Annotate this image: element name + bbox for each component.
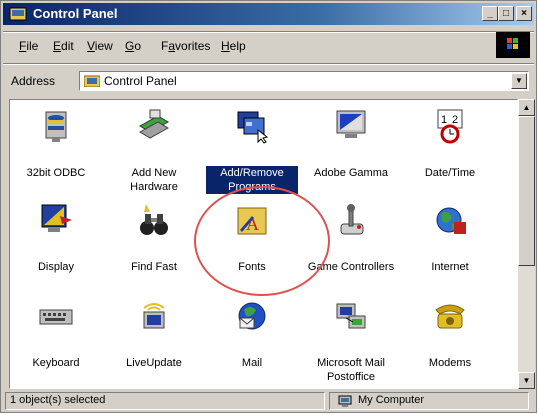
scroll-up-button[interactable]: ▲ (518, 99, 535, 116)
item-label: Internet (431, 261, 469, 273)
item-label: Add/Remove Programs (205, 165, 299, 195)
item-label: 32bit ODBC (26, 167, 86, 179)
control-panel-item[interactable]: Modems (404, 298, 496, 370)
liveupdate-icon (136, 298, 172, 334)
window-title: Control Panel (33, 6, 118, 21)
item-label: Find Fast (131, 261, 177, 273)
vertical-scrollbar[interactable]: ▲ ▼ (518, 99, 535, 389)
mail-icon (234, 298, 270, 334)
item-label: Adobe Gamma (314, 167, 388, 179)
control-panel-item[interactable]: Internet (404, 202, 496, 274)
divider (3, 63, 534, 65)
close-button[interactable]: × (516, 6, 532, 21)
control-panel-item[interactable]: Add New Hardware (108, 108, 200, 194)
keyboard-icon (38, 298, 74, 334)
postoffice-icon (333, 298, 369, 334)
address-dropdown-button[interactable]: ▼ (511, 73, 527, 89)
item-label: Modems (428, 357, 472, 369)
control-panel-item[interactable]: A Fonts (206, 202, 298, 274)
odbc-icon (38, 108, 74, 144)
control-panel-item[interactable]: 1 2 Date/Time (404, 108, 496, 180)
item-label: Mail (241, 357, 263, 369)
svg-text:1: 1 (441, 114, 447, 126)
menu-favorites[interactable]: Favorites (161, 39, 210, 53)
my-computer-icon (338, 395, 352, 407)
control-panel-item[interactable]: Display (10, 202, 102, 274)
display-icon (38, 202, 74, 238)
divider (3, 31, 534, 33)
control-panel-item[interactable]: Adobe Gamma (305, 108, 397, 180)
menu-file[interactable]: File (19, 39, 38, 53)
item-label: LiveUpdate (126, 357, 182, 369)
phone-icon (432, 298, 468, 334)
status-text: 1 object(s) selected (5, 392, 325, 410)
monitor-icon (333, 108, 369, 144)
control-panel-item[interactable]: Keyboard (10, 298, 102, 370)
add-hardware-icon (136, 108, 172, 144)
address-value: Control Panel (104, 74, 177, 88)
control-panel-item[interactable]: Game Controllers (305, 202, 397, 274)
maximize-button[interactable]: □ (498, 6, 514, 21)
item-label: Date/Time (424, 167, 476, 179)
item-label: Game Controllers (307, 261, 395, 273)
title-bar[interactable]: Control Panel _ □ × (3, 3, 534, 25)
menu-go[interactable]: Go (125, 39, 141, 53)
zone-panel: My Computer (329, 392, 529, 410)
control-panel-item[interactable]: 32bit ODBC (10, 108, 102, 180)
svg-text:2: 2 (452, 114, 458, 126)
control-panel-folder-icon (84, 75, 100, 87)
icon-view: 32bit ODBC Add New Hardware Add/Remove Pro… (9, 99, 518, 389)
menu-bar: File Edit View Go Favorites Help (3, 32, 534, 59)
add-remove-programs-icon (234, 108, 270, 144)
item-label: Display (37, 261, 75, 273)
control-panel-window: Control Panel _ □ × File Edit View Go Favori… (0, 0, 537, 413)
minimize-button[interactable]: _ (482, 6, 498, 21)
scroll-down-button[interactable]: ▼ (518, 372, 535, 389)
item-label: Fonts (238, 261, 266, 273)
windows-logo-icon (496, 32, 530, 58)
zone-label: My Computer (358, 394, 425, 406)
menu-help[interactable]: Help (221, 39, 246, 53)
calendar-clock-icon: 12 (432, 108, 468, 144)
item-label: Add New Hardware (130, 167, 178, 193)
menu-view[interactable]: View (87, 39, 113, 53)
control-panel-item[interactable]: Mail (206, 298, 298, 370)
control-panel-item[interactable]: Find Fast (108, 202, 200, 274)
item-label: Keyboard (32, 357, 80, 369)
item-label: Microsoft Mail Postoffice (317, 357, 385, 383)
globe-icon (432, 202, 468, 238)
address-label: Address (11, 74, 56, 88)
binoculars-icon (136, 202, 172, 238)
control-panel-item[interactable]: Microsoft Mail Postoffice (305, 298, 397, 384)
status-bar: 1 object(s) selected My Computer (3, 391, 534, 411)
fonts-folder-icon: A (234, 202, 270, 238)
scroll-thumb[interactable] (518, 116, 535, 266)
joystick-icon (333, 202, 369, 238)
control-panel-icon (9, 7, 27, 21)
address-bar: Address Control Panel ▼ (3, 69, 534, 93)
control-panel-item[interactable]: LiveUpdate (108, 298, 200, 370)
menu-edit[interactable]: Edit (53, 39, 74, 53)
address-field[interactable]: Control Panel ▼ (79, 71, 529, 91)
control-panel-item[interactable]: Add/Remove Programs (205, 108, 299, 195)
